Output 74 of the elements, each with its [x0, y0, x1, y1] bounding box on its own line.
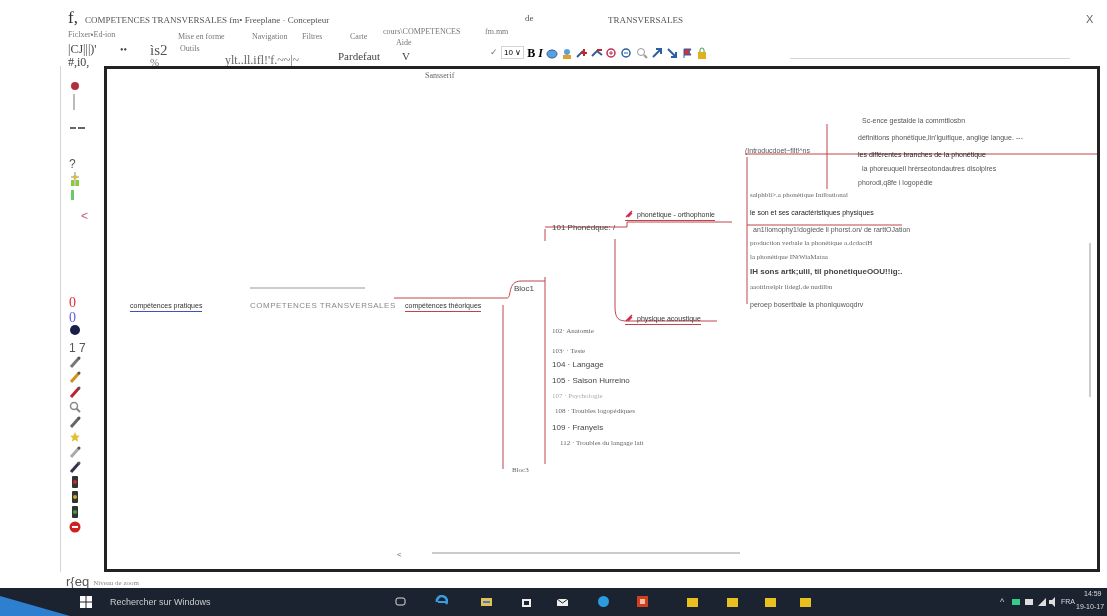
app-logo: f, [68, 9, 78, 26]
traffic-light-icon[interactable] [69, 476, 81, 488]
traffic-light-icon[interactable] [69, 491, 81, 503]
star-icon[interactable] [69, 431, 81, 443]
check-icon: ✓ [490, 46, 498, 60]
toolbar-text: ylt..ll.ifl!'f.~~|~ [225, 54, 300, 66]
menu-item[interactable]: Aide [396, 37, 412, 49]
people-icon[interactable] [560, 46, 573, 59]
folder-icon[interactable] [799, 595, 812, 608]
toolbar-text: |CJ|||)' [68, 43, 97, 55]
traffic-light-icon[interactable] [69, 506, 81, 518]
map-node[interactable]: 105 · Saison Hurreino [552, 377, 630, 385]
menu-item[interactable]: Ficlxer▪Ed-ion [68, 29, 116, 41]
tray-arrow-icon[interactable]: ^ [1000, 596, 1005, 610]
task-view-icon[interactable] [394, 595, 407, 608]
cloud-icon[interactable] [545, 46, 558, 59]
document-icon[interactable] [636, 595, 649, 608]
toolbar-text: V [402, 51, 410, 62]
menu-item[interactable]: Carte [350, 31, 368, 43]
map-node[interactable]: 109 · Franyels [552, 424, 604, 432]
folder-icon[interactable] [764, 595, 777, 608]
taskbar-search-field[interactable]: Rechercher sur Windows [110, 596, 211, 610]
search-icon[interactable] [69, 401, 81, 413]
toolbar-text: Pardefaut [338, 51, 381, 62]
scroll-left-arrow[interactable]: < [397, 549, 402, 561]
tool-icon[interactable] [69, 371, 81, 383]
scrollbar-track[interactable] [431, 552, 741, 554]
toolbar-text: #,i0, [68, 56, 90, 68]
toolbar-text: •• [120, 45, 127, 55]
toolbar-text: Sansserif [425, 72, 455, 80]
dot-icon[interactable] [69, 80, 81, 92]
map-node[interactable]: Bloc1 [514, 285, 534, 293]
folder-icon[interactable] [480, 595, 493, 608]
bold-button[interactable]: B [527, 46, 536, 59]
folder-icon[interactable] [686, 595, 699, 608]
circle-icon[interactable] [69, 324, 81, 336]
menu-item[interactable]: Filtres [302, 31, 323, 43]
stop-icon[interactable] [69, 521, 81, 533]
map-node[interactable]: IH sons artk;ulil, til phonétiqueOOU!!ig:. [750, 268, 903, 276]
arrow-icon[interactable] [665, 46, 678, 59]
toolbar-text: ìs2 [150, 43, 168, 58]
flag-icon[interactable] [680, 46, 693, 59]
sidebar-number: 0 [69, 311, 76, 325]
sidebar-number: 0 [69, 296, 76, 310]
tool-icon[interactable] [69, 356, 81, 368]
sidebar-text: ? [69, 158, 76, 170]
windows-start-icon[interactable] [80, 596, 92, 608]
close-button[interactable]: X [1086, 14, 1094, 25]
wand-icon [625, 314, 633, 322]
italic-button[interactable]: I [538, 46, 543, 59]
map-node[interactable]: 101 Phonédque: / [552, 224, 616, 232]
menu-item[interactable]: fm.mm [485, 26, 509, 38]
remove-line-icon[interactable] [590, 46, 603, 59]
menu-item[interactable]: Outils [180, 43, 200, 55]
window-title: TRANSVERSALES [608, 14, 683, 27]
map-node[interactable]: COMPETENCES TRANSVERSALES [250, 302, 396, 310]
wand-icon [625, 210, 633, 218]
arrow-icon[interactable] [650, 46, 663, 59]
map-node[interactable]: 104 · Langage [552, 361, 604, 369]
window-title: de [525, 12, 534, 25]
window-title: COMPETENCES TRANSVERSALES fm• Freeplane · Concepteur [85, 14, 330, 27]
add-node-icon[interactable] [575, 46, 588, 59]
folder-icon[interactable] [726, 595, 739, 608]
sidebar-text: 1 7 [69, 342, 86, 354]
toolbar-text: % [150, 57, 160, 68]
zoom-out-icon[interactable] [620, 46, 633, 59]
sidebar-text: < [81, 210, 88, 222]
status-mark: r{eq [66, 575, 90, 588]
pencil-icon[interactable] [69, 386, 81, 398]
menu-item[interactable]: Navigation [252, 31, 288, 43]
system-tray-icon[interactable] [1012, 597, 1056, 607]
font-size-dropdown[interactable]: 10 ∨ [501, 46, 525, 60]
menu-item[interactable]: Mise en forme [178, 31, 225, 43]
menu-item[interactable]: cours\COMPETENCES [383, 26, 461, 38]
